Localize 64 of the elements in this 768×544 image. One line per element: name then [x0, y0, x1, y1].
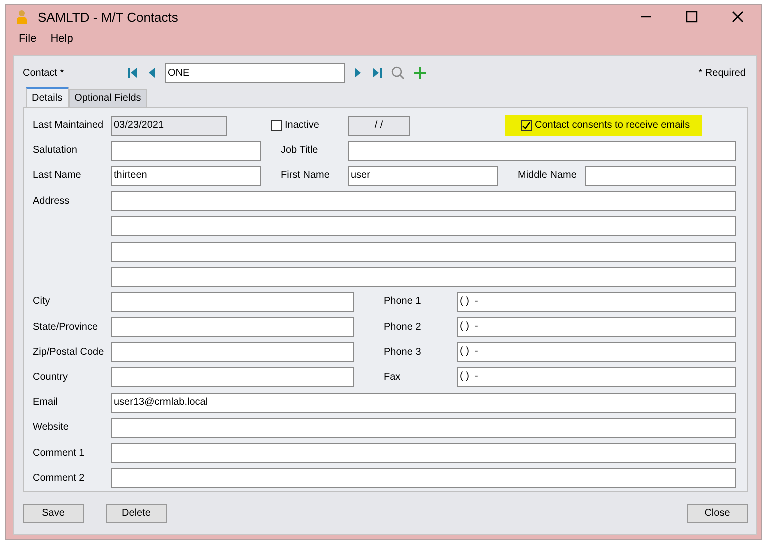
- field-label: Fax: [384, 372, 402, 383]
- field-label: Website: [33, 422, 70, 434]
- button[interactable]: Save: [23, 504, 84, 522]
- field-label: Phone 1: [384, 296, 422, 308]
- field-label: Comment 1: [33, 448, 86, 459]
- input-field[interactable]: [111, 468, 736, 488]
- button[interactable]: Delete: [106, 504, 167, 522]
- input-field[interactable]: [111, 443, 736, 464]
- phone-field[interactable]: ( ) -: [457, 317, 736, 338]
- button[interactable]: Close: [687, 504, 748, 522]
- next-record-icon[interactable]: [353, 67, 363, 79]
- field-label: Country: [33, 372, 70, 383]
- phone-field[interactable]: ( ) -: [457, 342, 736, 362]
- field-label: Last Maintained: [33, 120, 105, 132]
- phone-field[interactable]: ( ) -: [457, 292, 736, 312]
- search-icon[interactable]: [391, 66, 405, 80]
- phone-field[interactable]: ( ) -: [457, 367, 736, 388]
- input-field[interactable]: [111, 140, 261, 161]
- date-field: 03/23/2021: [111, 116, 227, 136]
- field-label: Middle Name: [518, 170, 578, 182]
- input-field[interactable]: [111, 191, 736, 212]
- window-title: SAMLTD - M/T Contacts: [38, 10, 178, 24]
- field-label: Phone 3: [384, 346, 422, 358]
- menu-item[interactable]: Help: [50, 33, 74, 47]
- contact-field[interactable]: ONE: [165, 63, 345, 83]
- input-field[interactable]: [111, 317, 354, 338]
- previous-record-icon[interactable]: [147, 67, 157, 79]
- field-label: First Name: [281, 170, 331, 182]
- checkbox-label: Contact consents to receive emails: [535, 120, 690, 132]
- add-icon[interactable]: [413, 66, 427, 80]
- field-label: Email: [33, 397, 60, 408]
- date-field: / /: [348, 116, 410, 136]
- input-field[interactable]: [348, 140, 736, 161]
- checkbox[interactable]: [271, 120, 282, 132]
- field-label: Comment 2: [33, 472, 86, 484]
- field-label: Zip/Postal Code: [33, 346, 106, 358]
- checkbox[interactable]: [521, 120, 532, 132]
- input-field[interactable]: [111, 216, 736, 236]
- field-label: Salutation: [33, 145, 78, 156]
- field-label: State/Province: [33, 322, 100, 333]
- input-field[interactable]: user: [348, 166, 498, 186]
- input-field[interactable]: user13@crmlab.local: [111, 392, 736, 413]
- first-record-icon[interactable]: [127, 67, 139, 79]
- last-record-icon[interactable]: [371, 67, 383, 79]
- field-label: Phone 2: [384, 322, 422, 333]
- input-field[interactable]: thirteen: [111, 166, 261, 186]
- tab[interactable]: Details: [26, 87, 69, 107]
- input-field[interactable]: [111, 242, 736, 262]
- tab[interactable]: Optional Fields: [68, 89, 148, 107]
- input-field[interactable]: [111, 418, 736, 438]
- field-label: Job Title: [281, 145, 320, 156]
- field-label: Address: [33, 196, 71, 207]
- input-field[interactable]: [111, 266, 736, 287]
- field-label: Last Name: [33, 170, 82, 182]
- field-label: City: [33, 296, 52, 308]
- input-field[interactable]: [111, 292, 354, 312]
- input-field[interactable]: [111, 342, 354, 362]
- required-note: * Required: [698, 68, 746, 78]
- input-field[interactable]: [111, 367, 354, 388]
- checkbox-label: Inactive: [285, 120, 320, 132]
- contact-label: Contact *: [23, 68, 66, 78]
- input-field[interactable]: [585, 166, 736, 186]
- person-icon: [16, 10, 28, 24]
- menu-item[interactable]: File: [19, 33, 37, 47]
